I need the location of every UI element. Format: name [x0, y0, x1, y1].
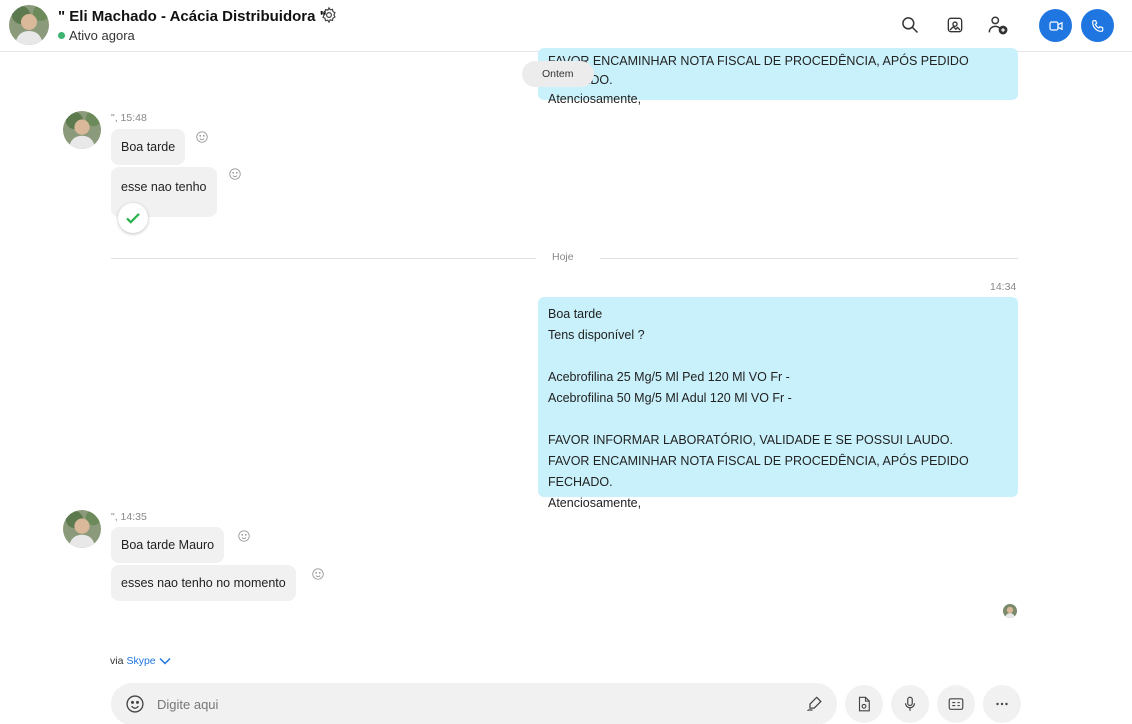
message-line [548, 346, 1008, 367]
message-text: esse nao tenho [121, 180, 207, 194]
message-bubble-outgoing[interactable]: Boa tarde Tens disponível ? Acebrofilina… [538, 297, 1018, 510]
message-line: Boa tarde [548, 307, 603, 321]
via-skype[interactable]: via Skype [110, 655, 171, 667]
message-line: Acebrofilina 25 Mg/5 Ml Ped 120 Ml VO Fr… [548, 370, 790, 384]
audio-call-icon [1091, 19, 1103, 32]
checkmark-reaction[interactable] [118, 203, 148, 233]
reaction-icon[interactable] [228, 167, 242, 181]
message-composer[interactable] [111, 683, 837, 724]
contact-card-button[interactable] [937, 685, 975, 723]
reaction-icon[interactable] [311, 567, 325, 581]
date-divider-line [111, 258, 536, 259]
add-people-icon[interactable] [986, 13, 1010, 37]
video-call-icon [1048, 20, 1063, 31]
message-line: FAVOR ENCAMINHAR NOTA FISCAL DE PROCEDÊN… [548, 54, 969, 87]
contact-card-icon [948, 698, 964, 710]
sender-avatar[interactable] [63, 510, 101, 548]
gallery-icon[interactable] [943, 13, 967, 37]
sender-avatar[interactable] [63, 111, 101, 149]
message-line: FAVOR ENCAMINHAR NOTA FISCAL DE PROCEDÊN… [548, 454, 969, 489]
message-bubble-incoming[interactable]: Boa tarde Mauro [111, 527, 225, 563]
audio-call-button[interactable] [1081, 9, 1114, 42]
status-text: Ativo agora [69, 28, 135, 43]
more-options-button[interactable] [983, 685, 1021, 723]
microphone-icon [904, 696, 916, 711]
send-file-button[interactable] [845, 685, 883, 723]
date-pill: Ontem [522, 61, 594, 87]
video-call-button[interactable] [1039, 9, 1072, 42]
message-line: FAVOR INFORMAR LABORATÓRIO, VALIDADE E S… [548, 433, 953, 447]
via-source[interactable]: Skype [126, 655, 155, 667]
search-icon[interactable] [898, 13, 922, 37]
message-line: Tens disponível ? [548, 328, 645, 342]
message-line: Atenciosamente, [548, 92, 642, 106]
reaction-icon[interactable] [195, 130, 209, 144]
presence-status: Ativo agora [58, 28, 135, 43]
file-icon [858, 696, 870, 712]
message-line: Atenciosamente, [548, 496, 642, 510]
handwriting-icon[interactable] [805, 694, 825, 714]
message-time: 14:34 [990, 281, 1017, 293]
date-divider-label: Hoje [552, 251, 574, 263]
reaction-icon[interactable] [237, 529, 251, 543]
message-line [548, 409, 1008, 430]
message-bubble-outgoing[interactable]: FAVOR ENCAMINHAR NOTA FISCAL DE PROCEDÊN… [538, 48, 1018, 106]
via-label: via [110, 655, 124, 667]
chat-header: " Eli Machado - Acácia Distribuidora " A… [0, 0, 1132, 52]
contact-name[interactable]: " Eli Machado - Acácia Distribuidora " [58, 8, 327, 25]
message-meta: ", 14:35 [111, 511, 147, 523]
date-divider-line [600, 258, 1018, 259]
emoji-icon[interactable] [125, 694, 145, 714]
voice-message-button[interactable] [891, 685, 929, 723]
message-list[interactable]: FAVOR ENCAMINHAR NOTA FISCAL DE PROCEDÊN… [0, 48, 1132, 672]
message-line: Acebrofilina 50 Mg/5 Ml Adul 120 Ml VO F… [548, 391, 792, 405]
read-receipt-avatar [1003, 604, 1017, 618]
contact-avatar[interactable] [9, 5, 49, 45]
message-input[interactable] [157, 693, 757, 715]
online-dot [58, 32, 65, 39]
message-meta: ", 15:48 [111, 112, 147, 124]
message-bubble-incoming[interactable]: Boa tarde [111, 129, 186, 165]
chevron-down-icon[interactable] [159, 657, 171, 665]
gear-icon[interactable] [320, 6, 338, 24]
more-icon [996, 702, 1008, 706]
check-icon [126, 213, 140, 224]
message-bubble-incoming[interactable]: esses nao tenho no momento [111, 565, 296, 601]
